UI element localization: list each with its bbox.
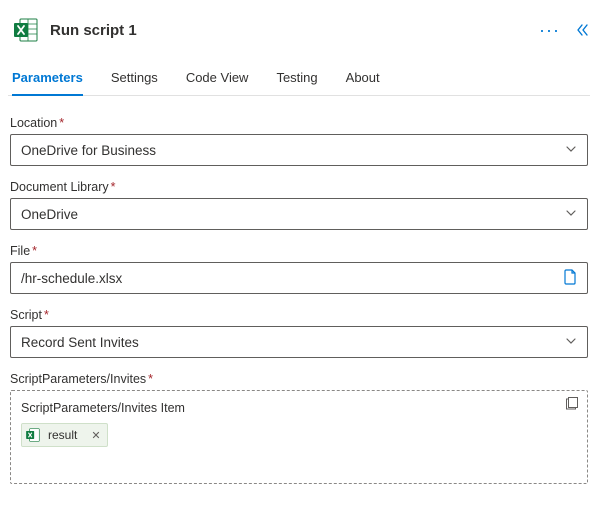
chevron-down-icon	[565, 335, 577, 350]
invites-array-container[interactable]: ScriptParameters/Invites Item result ✕	[10, 390, 588, 484]
dynamic-content-tag[interactable]: result ✕	[21, 423, 108, 447]
tab-parameters[interactable]: Parameters	[12, 62, 83, 95]
chevron-down-icon	[565, 143, 577, 158]
required-indicator: *	[32, 244, 37, 258]
script-select[interactable]: Record Sent Invites	[10, 326, 588, 358]
file-label: File*	[10, 244, 588, 258]
library-value: OneDrive	[21, 207, 78, 222]
card-header: Run script 1 ···	[8, 12, 590, 62]
location-value: OneDrive for Business	[21, 143, 156, 158]
library-select[interactable]: OneDrive	[10, 198, 588, 230]
file-picker-icon[interactable]	[563, 269, 577, 288]
field-file: File* /hr-schedule.xlsx	[10, 244, 588, 294]
excel-icon	[22, 424, 44, 446]
tag-remove-button[interactable]: ✕	[85, 429, 106, 442]
tab-code-view[interactable]: Code View	[186, 62, 249, 95]
tab-about[interactable]: About	[346, 62, 380, 95]
card-title: Run script 1	[50, 22, 529, 39]
invites-label: ScriptParameters/Invites*	[10, 372, 588, 386]
more-menu-button[interactable]: ···	[539, 21, 560, 39]
invites-item-input[interactable]: result ✕	[21, 423, 577, 447]
tab-bar: Parameters Settings Code View Testing Ab…	[8, 62, 590, 96]
field-invites: ScriptParameters/Invites* ScriptParamete…	[10, 372, 588, 484]
file-value: /hr-schedule.xlsx	[21, 271, 122, 286]
script-value: Record Sent Invites	[21, 335, 139, 350]
invites-item-label: ScriptParameters/Invites Item	[21, 401, 577, 415]
tab-testing[interactable]: Testing	[276, 62, 317, 95]
location-select[interactable]: OneDrive for Business	[10, 134, 588, 166]
field-library: Document Library* OneDrive	[10, 180, 588, 230]
required-indicator: *	[148, 372, 153, 386]
script-label: Script*	[10, 308, 588, 322]
file-input[interactable]: /hr-schedule.xlsx	[10, 262, 588, 294]
field-script: Script* Record Sent Invites	[10, 308, 588, 358]
library-label: Document Library*	[10, 180, 588, 194]
field-location: Location* OneDrive for Business	[10, 116, 588, 166]
parameters-form: Location* OneDrive for Business Document…	[8, 116, 590, 484]
excel-icon	[12, 16, 40, 44]
required-indicator: *	[111, 180, 116, 194]
tag-label: result	[44, 428, 85, 442]
array-mode-icon[interactable]	[565, 397, 579, 414]
location-label: Location*	[10, 116, 588, 130]
chevron-down-icon	[565, 207, 577, 222]
collapse-button[interactable]	[574, 22, 590, 38]
required-indicator: *	[44, 308, 49, 322]
required-indicator: *	[59, 116, 64, 130]
tab-settings[interactable]: Settings	[111, 62, 158, 95]
